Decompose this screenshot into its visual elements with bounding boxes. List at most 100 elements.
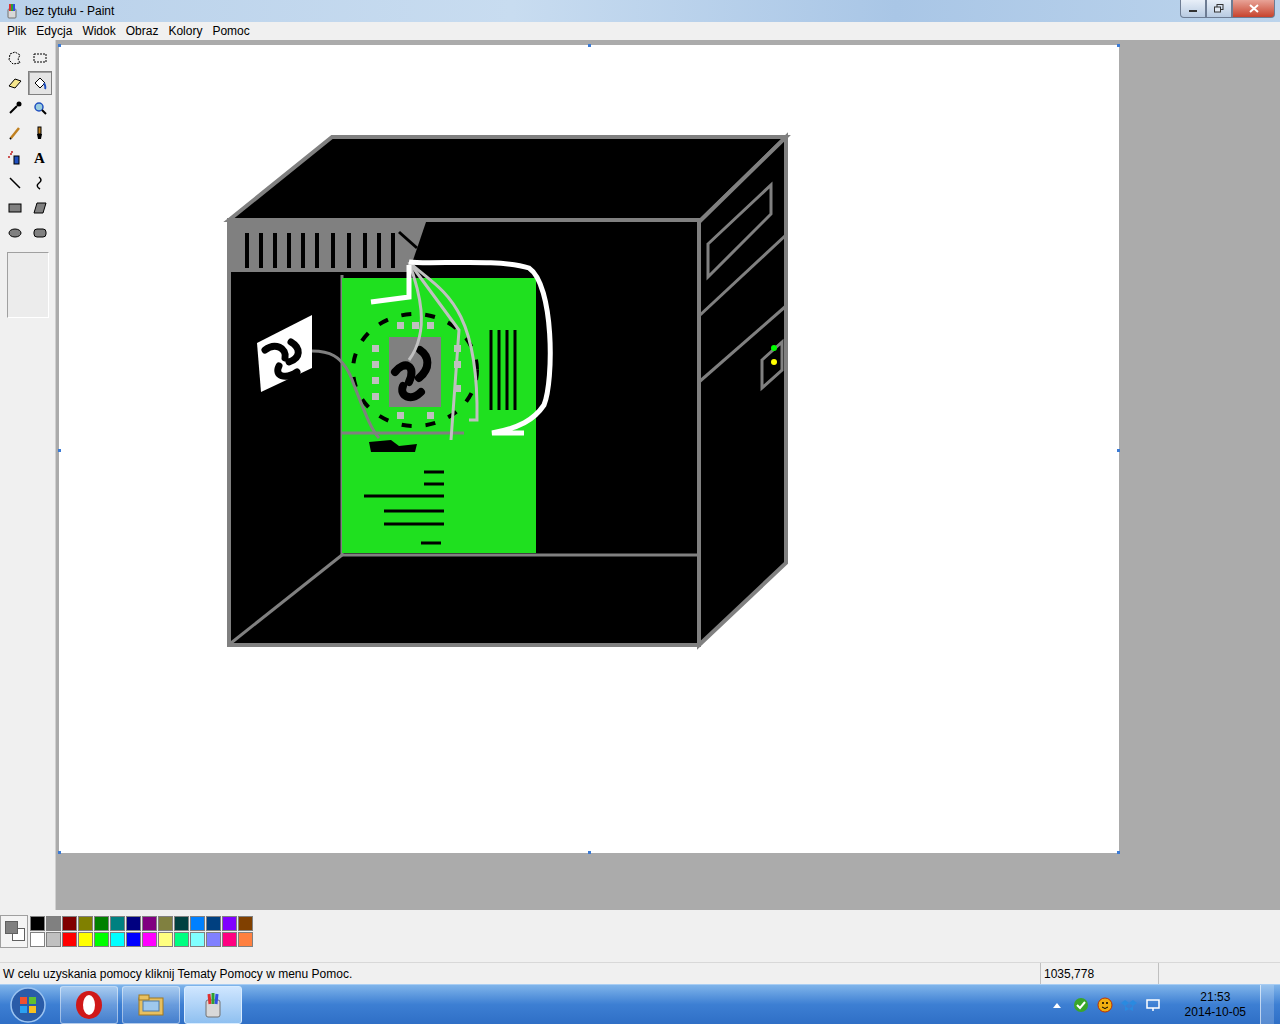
color-swatch[interactable] <box>62 932 77 947</box>
resize-handle[interactable] <box>1117 851 1120 854</box>
ellipse-icon <box>7 225 23 241</box>
minimize-icon <box>1188 5 1198 13</box>
tool-button[interactable] <box>3 121 27 145</box>
color-swatch[interactable] <box>142 916 157 931</box>
tool-button[interactable] <box>3 46 27 70</box>
window-buttons <box>1180 0 1275 18</box>
opera-icon <box>74 990 104 1020</box>
fill-icon <box>32 75 48 91</box>
color-swatch[interactable] <box>78 916 93 931</box>
color-swatch[interactable] <box>190 916 205 931</box>
taskbar-app[interactable] <box>122 986 180 1024</box>
taskbar-app[interactable] <box>60 986 118 1024</box>
pc-case-drawing <box>59 45 1119 853</box>
tool-button[interactable] <box>28 96 52 120</box>
tool-button[interactable]: A <box>28 146 52 170</box>
workspace <box>56 40 1280 910</box>
free-select-icon <box>7 50 23 66</box>
foreground-color <box>5 921 18 934</box>
airbrush-icon <box>7 150 23 166</box>
menu-item[interactable]: Pomoc <box>207 24 254 38</box>
menu-item[interactable]: Edycja <box>31 24 77 38</box>
color-swatch[interactable] <box>158 932 173 947</box>
tool-button[interactable] <box>3 146 27 170</box>
status-message: W celu uzyskania pomocy kliknij Tematy P… <box>0 963 1040 984</box>
tool-button[interactable] <box>28 121 52 145</box>
color-swatch[interactable] <box>206 916 221 931</box>
menu-item[interactable]: Obraz <box>121 24 164 38</box>
color-swatch[interactable] <box>222 932 237 947</box>
tool-options[interactable] <box>7 252 49 318</box>
curve-icon <box>32 175 48 191</box>
close-button[interactable] <box>1232 0 1275 18</box>
color-swatch[interactable] <box>158 916 173 931</box>
system-tray <box>1049 997 1171 1013</box>
title-bar: bez tytułu - Paint <box>0 0 1280 22</box>
select-icon <box>32 50 48 66</box>
tool-button[interactable] <box>28 196 52 220</box>
color-swatch[interactable] <box>238 932 253 947</box>
taskbar-app[interactable] <box>184 986 242 1024</box>
check-icon[interactable] <box>1073 997 1089 1013</box>
color-swatch[interactable] <box>46 932 61 947</box>
tool-button[interactable] <box>28 71 52 95</box>
smile-icon[interactable] <box>1097 997 1113 1013</box>
dropbox-icon[interactable] <box>1121 997 1137 1013</box>
polygon-icon <box>32 200 48 216</box>
color-swatch[interactable] <box>190 932 205 947</box>
color-swatch[interactable] <box>46 916 61 931</box>
tool-button[interactable] <box>3 196 27 220</box>
color-swatch[interactable] <box>222 916 237 931</box>
resize-handle[interactable] <box>1117 449 1120 452</box>
color-swatch[interactable] <box>126 916 141 931</box>
color-swatch[interactable] <box>206 932 221 947</box>
menu-bar: PlikEdycjaWidokObrazKoloryPomoc <box>0 22 1280 40</box>
restore-icon <box>1214 4 1224 13</box>
resize-handle[interactable] <box>58 851 61 854</box>
tool-button[interactable] <box>3 96 27 120</box>
network-icon[interactable] <box>1145 997 1161 1013</box>
color-swatch[interactable] <box>30 932 45 947</box>
clock[interactable]: 21:532014-10-05 <box>1175 990 1256 1020</box>
resize-handle[interactable] <box>588 44 591 47</box>
menu-item[interactable]: Plik <box>2 24 31 38</box>
tool-button[interactable] <box>28 46 52 70</box>
color-swatch[interactable] <box>142 932 157 947</box>
color-swatch[interactable] <box>94 916 109 931</box>
color-swatch[interactable] <box>94 932 109 947</box>
color-swatch[interactable] <box>174 932 189 947</box>
paint-window: bez tytułu - Paint PlikEdycjaWidokObrazKo… <box>0 0 1280 1024</box>
color-swatch[interactable] <box>126 932 141 947</box>
folder-icon <box>136 990 166 1020</box>
resize-handle[interactable] <box>1117 44 1120 47</box>
start-button[interactable] <box>0 985 56 1024</box>
minimize-button[interactable] <box>1180 0 1206 18</box>
menu-item[interactable]: Widok <box>77 24 120 38</box>
color-swatch[interactable] <box>174 916 189 931</box>
color-swatch[interactable] <box>238 916 253 931</box>
color-swatch[interactable] <box>110 932 125 947</box>
tool-button[interactable] <box>3 71 27 95</box>
color-swatch[interactable] <box>62 916 77 931</box>
tool-button[interactable] <box>28 171 52 195</box>
window-title: bez tytułu - Paint <box>25 4 1175 18</box>
show-desktop-button[interactable] <box>1260 985 1274 1024</box>
color-swatch[interactable] <box>110 916 125 931</box>
tool-button[interactable] <box>3 171 27 195</box>
paint-app-icon <box>4 3 20 19</box>
restore-button[interactable] <box>1206 0 1232 18</box>
canvas[interactable] <box>59 45 1119 853</box>
color-palette <box>0 910 1280 962</box>
resize-handle[interactable] <box>588 851 591 854</box>
picker-icon <box>7 100 23 116</box>
menu-item[interactable]: Kolory <box>163 24 207 38</box>
arrow-icon[interactable] <box>1049 997 1065 1013</box>
color-swatch[interactable] <box>30 916 45 931</box>
pencil-icon <box>7 125 23 141</box>
color-swatch[interactable] <box>78 932 93 947</box>
tool-button[interactable] <box>28 221 52 245</box>
close-icon <box>1249 4 1259 13</box>
resize-handle[interactable] <box>58 449 61 452</box>
tool-button[interactable] <box>3 221 27 245</box>
resize-handle[interactable] <box>58 44 61 47</box>
